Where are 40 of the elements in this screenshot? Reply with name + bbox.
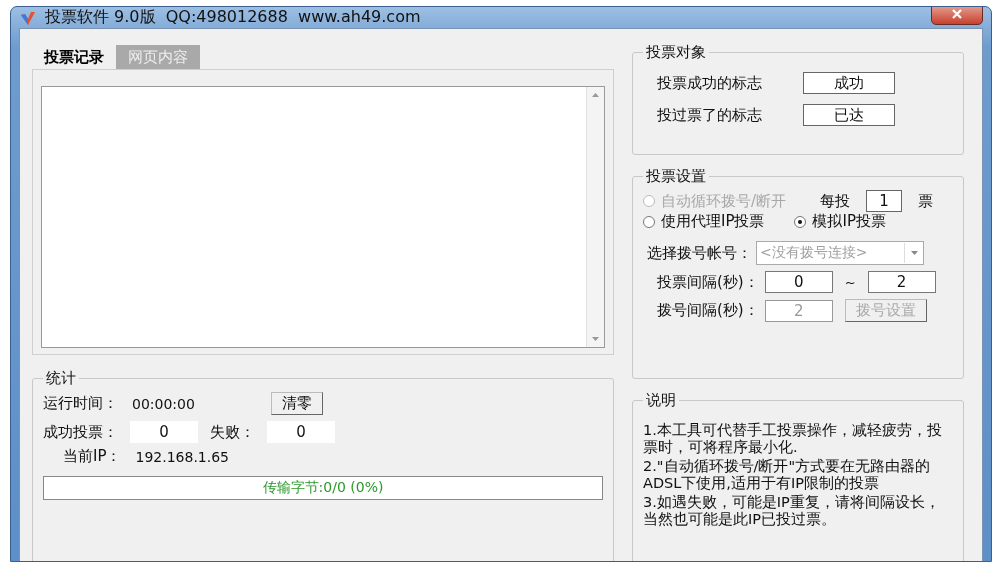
group-title: 投票设置 — [645, 167, 707, 186]
field-label: 投过票了的标志 — [657, 105, 763, 125]
scroll-up-icon — [592, 93, 599, 97]
field-label: 投票间隔(秒)： — [657, 272, 759, 292]
close-icon — [952, 8, 962, 19]
field-label: 成功投票： — [43, 422, 118, 442]
field-label: 投票成功的标志 — [657, 73, 763, 93]
tab[interactable]: 投票记录 — [32, 45, 116, 69]
input-field[interactable]: 2 — [867, 271, 936, 293]
group-title: 投票对象 — [645, 43, 707, 62]
progress-text: 传输字节:0/0 (0%) — [262, 479, 384, 497]
unit-label: 票 — [918, 191, 934, 211]
note-text: 1.本工具可代替手工投票操作，减轻疲劳，投票时，可将程序最小化. — [643, 422, 943, 456]
field-label: 运行时间： — [43, 394, 118, 413]
radio-option[interactable]: 模拟IP投票 — [794, 212, 886, 231]
input-field[interactable]: 成功 — [803, 72, 895, 94]
caret-icon — [910, 251, 918, 255]
field-label: 当前IP： — [63, 447, 122, 466]
scroll-down-icon — [592, 337, 599, 341]
scrollbar[interactable] — [586, 87, 604, 347]
success-count: 0 — [130, 421, 198, 443]
window-title: 投票软件 9.0版 QQ:498012688 www.ah49.com — [45, 7, 421, 28]
runtime-value: 00:00:00 — [132, 395, 195, 412]
field-label: 拨号间隔(秒)： — [657, 301, 759, 320]
field-label: 选择拨号帐号： — [647, 243, 752, 263]
group-title: 统计 — [45, 369, 77, 388]
field-label: 失败： — [210, 422, 255, 442]
range-separator: ~ — [844, 274, 856, 290]
input-field[interactable]: 已达 — [803, 104, 895, 126]
note-text: 3.如遇失败，可能是IP重复，请将间隔设长，当然也可能是此IP已投过票。 — [643, 494, 941, 528]
note-text: 2."自动循环拨号/断开"方式要在无路由器的ADSL下使用,适用于有IP限制的投票 — [643, 458, 932, 492]
radio-option[interactable]: 使用代理IP投票 — [643, 212, 765, 231]
reset-button[interactable]: 清零 — [270, 392, 323, 415]
input-field[interactable]: 0 — [764, 271, 833, 293]
group-title: 说明 — [645, 391, 677, 410]
ip-value: 192.168.1.65 — [135, 448, 229, 465]
field-label: 每投 — [820, 191, 851, 211]
input-field[interactable]: 1 — [866, 190, 903, 212]
fail-count: 0 — [267, 421, 335, 443]
close-button[interactable] — [931, 7, 983, 25]
